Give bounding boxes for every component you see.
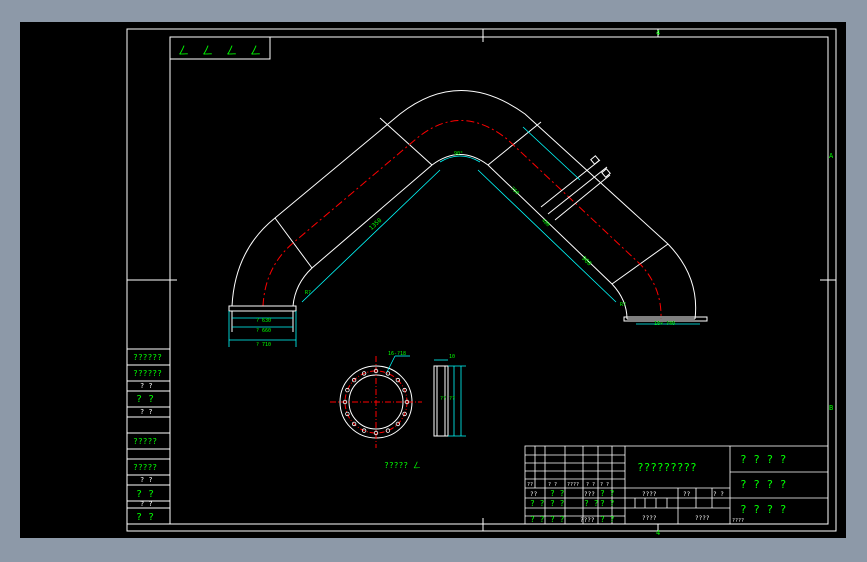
strip-label: ? ? <box>136 489 154 500</box>
tb-cell: ? ? <box>548 482 557 488</box>
dim-right-leg: 960 <box>580 255 593 268</box>
flange-caption: ????? ㄥ <box>384 461 421 470</box>
dim-right-lower: 480 <box>540 218 551 229</box>
dim-right-small: 750 <box>509 186 520 197</box>
duct-stiffener <box>540 155 611 221</box>
inner-frame <box>169 36 829 525</box>
tb-cell: ?? <box>527 482 533 488</box>
dim-side-width: 10 <box>449 354 455 360</box>
tb-footer-mid: ???? <box>695 515 710 522</box>
strip-label: ????? <box>133 463 157 472</box>
dim-side-dims: ?? ?? <box>440 396 455 402</box>
tb-cell: ?? <box>683 491 691 498</box>
strip-label: ? ? <box>140 382 153 390</box>
strip-label: ????? <box>133 437 157 446</box>
drawing-canvas: 4 4 A B ㄥ ㄥ ㄥ ㄥ ?????? ?????? ? ? ? ? ? … <box>126 28 837 537</box>
tb-cell: ???? <box>567 482 579 488</box>
tb-cell: ? ? <box>530 499 545 508</box>
title-block-right-2: ? ? ? ? <box>740 478 786 491</box>
dim-angle-top: 90° <box>454 151 463 157</box>
stamp-glyph: ㄥ <box>226 44 237 57</box>
dim-circle-holes: 16-?18 <box>388 351 406 357</box>
dim-right-small2: R? <box>620 302 626 308</box>
tb-cell: ? ? <box>600 482 609 488</box>
tb-footer-right: ???? <box>732 518 744 524</box>
title-block-right-1: ? ? ? ? <box>740 453 786 466</box>
zone-label-a: A <box>829 152 834 160</box>
tb-cell: ? ? <box>586 482 595 488</box>
tb-cell: ? ? <box>600 515 615 524</box>
tb-footer-left: ???? <box>642 515 657 522</box>
elbow-duct <box>231 90 697 320</box>
tb-cell: ? ? <box>600 489 615 498</box>
cad-viewport[interactable]: 4 4 A B ㄥ ㄥ ㄥ ㄥ ?????? ?????? ? ? ? ? ? … <box>20 22 846 538</box>
dim-left-small: R? <box>305 290 311 296</box>
stamp-glyph: ㄥ <box>250 44 261 57</box>
zone-label-top: 4 <box>656 29 660 37</box>
stamp-glyph: ㄥ <box>178 44 189 57</box>
tb-cell: ? ? <box>550 489 565 498</box>
strip-label: ?????? <box>133 369 162 378</box>
strip-label: ? ? <box>136 394 154 405</box>
tb-cell: ? ? <box>584 499 599 508</box>
strip-label: ?????? <box>133 353 162 362</box>
title-block-right-3: ? ? ? ? <box>740 503 786 516</box>
zone-label-bottom: 4 <box>656 529 660 537</box>
tb-cell: ? ? <box>600 499 615 508</box>
tb-cell: ? ? <box>530 515 545 524</box>
tb-cell: ???? <box>580 517 595 524</box>
dim-flange-left-2: ? 660 <box>256 328 271 334</box>
tb-cell: ?? <box>530 491 538 498</box>
tb-cell: ? ? <box>550 515 565 524</box>
tb-cell: ? ? <box>550 499 565 508</box>
tb-cell: ? ? <box>713 491 724 498</box>
strip-label: ? ? <box>140 408 153 416</box>
dim-left-leg: 1350 <box>368 217 384 232</box>
strip-label: ? ? <box>140 476 153 484</box>
circular-flange <box>330 355 422 448</box>
zone-label-b: B <box>829 404 833 412</box>
stamp-glyph: ㄥ <box>202 44 213 57</box>
tb-cell: ???? <box>642 491 657 498</box>
dim-flange-left-1: ? 630 <box>256 318 271 324</box>
strip-label: ? ? <box>140 500 153 508</box>
dim-flange-left-3: ? 710 <box>256 342 271 348</box>
dim-flange-right: 18× ?40 <box>654 321 675 327</box>
tb-cell: ??? <box>584 491 595 498</box>
strip-label: ? ? <box>136 512 154 523</box>
title-block-main-title: ????????? <box>637 461 697 474</box>
